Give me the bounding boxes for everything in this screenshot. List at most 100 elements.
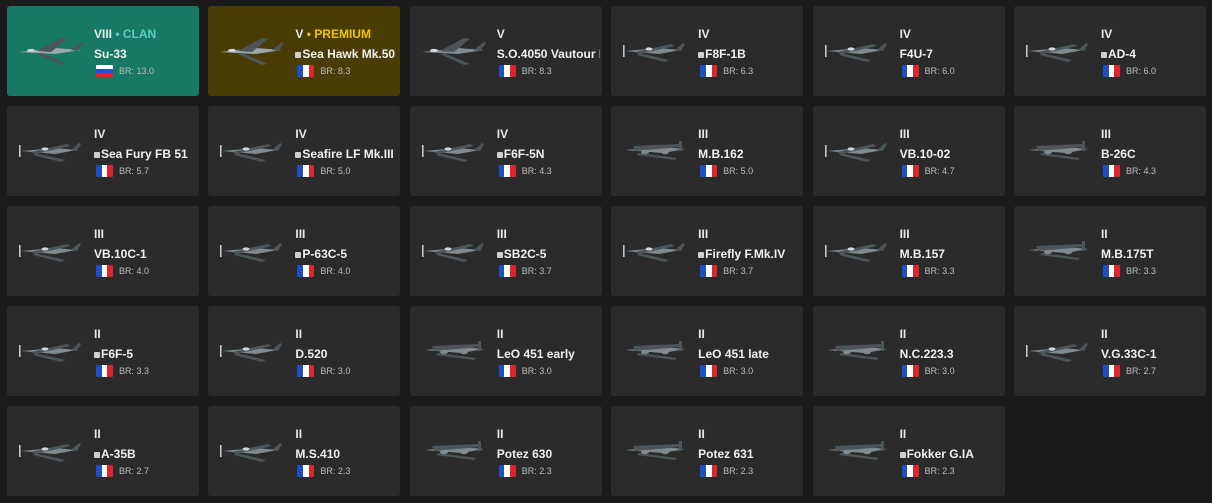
tier-numeral: II (295, 327, 303, 341)
p63-fighter-icon (216, 230, 288, 270)
premium-prefix-icon (94, 152, 100, 158)
vehicle-card[interactable]: VIII • CLAN Su-33 BR: 13.0 (7, 6, 199, 96)
france-flag-icon (297, 165, 315, 177)
su-33-jet-icon (15, 30, 87, 70)
vehicle-meta: BR: 4.3 (498, 165, 552, 177)
vehicle-card[interactable]: III M.B.157 BR: 3.3 (812, 206, 1005, 296)
f4u-fighter-icon (821, 30, 893, 70)
vehicle-card[interactable]: II F6F-5 BR: 3.3 (7, 306, 199, 396)
vehicle-name-text: D.520 (295, 347, 328, 361)
sea-fury-fighter-icon (15, 130, 87, 170)
f6f-5n-fighter-icon (418, 130, 490, 170)
vehicle-card[interactable]: II Potez 630 BR: 2.3 (409, 406, 602, 496)
vehicle-meta: BR: 2.3 (700, 465, 753, 477)
vehicle-card[interactable]: II A-35B BR: 2.7 (7, 406, 199, 496)
vehicle-name: M.S.410 (295, 447, 398, 461)
vehicle-card[interactable]: III VB.10C-1 BR: 4.0 (7, 206, 199, 296)
battle-rating: BR: 6.0 (1125, 66, 1156, 76)
vehicle-card[interactable]: V S.O.4050 Vautour I BR: 8.3 (409, 6, 602, 96)
vehicle-card[interactable]: II M.S.410 BR: 2.3 (208, 406, 401, 496)
vehicle-card[interactable]: II Fokker G.IA BR: 2.3 (812, 406, 1005, 496)
battle-rating: BR: 5.0 (723, 166, 754, 176)
vehicle-card[interactable]: IV Sea Fury FB 51 BR: 5.7 (7, 106, 199, 196)
vehicle-card[interactable]: II D.520 BR: 3.0 (208, 306, 401, 396)
premium-prefix-icon (94, 352, 100, 358)
battle-rating: BR: 2.7 (119, 466, 150, 476)
vehicle-name-text: Potez 630 (496, 447, 553, 461)
france-flag-icon (700, 265, 718, 277)
premium-prefix-icon (94, 452, 100, 458)
tier-numeral: II (698, 427, 705, 441)
vehicle-meta: BR: 3.0 (901, 365, 955, 377)
tier-numeral: II (899, 427, 907, 441)
vehicle-card[interactable]: III VB.10-02 BR: 4.7 (812, 106, 1005, 196)
france-flag-icon (901, 365, 919, 377)
vehicle-name: SB2C-5 (496, 247, 600, 261)
vehicle-card[interactable]: II N.C.223.3 BR: 3.0 (812, 306, 1005, 396)
tier-numeral: IV (295, 127, 307, 141)
tier-numeral: II (698, 327, 705, 341)
f6f-5-fighter-icon (15, 330, 87, 370)
vehicle-card[interactable]: V • PREMIUM Sea Hawk Mk.50 BR: 8.3 (208, 6, 401, 96)
vehicle-name-text: SB2C-5 (503, 247, 547, 261)
vehicle-name: B-26C (1101, 147, 1204, 161)
vehicle-tier: II (1101, 227, 1108, 241)
vehicle-name: VB.10C-1 (94, 247, 197, 261)
vehicle-card[interactable]: IV Seafire LF Mk.III BR: 5.0 (208, 106, 401, 196)
vb10-02-fighter-icon (821, 130, 893, 170)
vehicle-card[interactable]: IV AD-4 BR: 6.0 (1013, 6, 1206, 96)
france-flag-icon (297, 265, 315, 277)
vehicle-name-text: Sea Hawk Mk.50 (302, 47, 396, 61)
france-flag-icon (1102, 265, 1120, 277)
vehicle-meta: BR: 4.7 (901, 165, 955, 177)
vehicle-card[interactable]: III P-63C-5 BR: 4.0 (208, 206, 401, 296)
vehicle-meta: BR: 3.0 (297, 365, 350, 377)
tier-numeral: III (295, 227, 306, 241)
vehicle-card[interactable]: II LeO 451 early BR: 3.0 (409, 306, 602, 396)
vehicle-name: F6F-5N (496, 147, 600, 161)
vehicle-meta: BR: 3.3 (1102, 265, 1156, 277)
vehicle-tier: III (295, 227, 305, 241)
vehicle-card[interactable]: III M.B.162 BR: 5.0 (611, 106, 804, 196)
vehicle-card[interactable]: II LeO 451 late BR: 3.0 (611, 306, 804, 396)
vehicle-name-text: F6F-5N (503, 147, 545, 161)
premium-prefix-icon (698, 52, 705, 58)
france-flag-icon (700, 165, 718, 177)
france-flag-icon (1102, 65, 1120, 77)
vehicle-card[interactable]: III Firefly F.Mk.IV BR: 3.7 (611, 206, 804, 296)
vehicle-tier: V • PREMIUM (295, 27, 371, 41)
vehicle-name-text: P-63C-5 (302, 247, 348, 261)
vehicle-card[interactable]: II Potez 631 BR: 2.3 (611, 406, 804, 496)
vehicle-tier: III (497, 227, 507, 241)
france-flag-icon (498, 65, 516, 77)
vehicle-name-text: V.G.33C-1 (1100, 347, 1157, 361)
battle-rating: BR: 2.3 (521, 466, 552, 476)
vehicle-card[interactable]: IV F8F-1B BR: 6.3 (611, 6, 804, 96)
vehicle-meta: BR: 6.3 (700, 65, 753, 77)
vehicle-card[interactable]: II V.G.33C-1 BR: 2.7 (1013, 306, 1206, 396)
france-flag-icon (498, 265, 516, 277)
france-flag-icon (700, 465, 718, 477)
vehicle-name-text: F6F-5 (101, 347, 134, 361)
vehicle-meta: BR: 6.0 (1102, 65, 1156, 77)
vehicle-tier: IV (698, 27, 709, 41)
vehicle-name: F8F-1B (698, 47, 801, 61)
vehicle-name-text: Potez 631 (698, 447, 754, 461)
vehicle-card[interactable]: III B-26C BR: 4.3 (1013, 106, 1206, 196)
firefly-fighter-icon (619, 230, 691, 270)
battle-rating: BR: 2.3 (924, 466, 955, 476)
vehicle-card[interactable]: IV F4U-7 BR: 6.0 (812, 6, 1005, 96)
vehicle-card[interactable]: II M.B.175T BR: 3.3 (1013, 206, 1206, 296)
battle-rating: BR: 4.0 (119, 266, 150, 276)
vehicle-name: VB.10-02 (900, 147, 1003, 161)
vehicle-card[interactable]: IV F6F-5N BR: 4.3 (409, 106, 602, 196)
vehicle-card[interactable]: III SB2C-5 BR: 3.7 (409, 206, 602, 296)
vehicle-tier: II (497, 327, 504, 341)
vehicle-tier: III (94, 227, 104, 241)
vehicle-tier: II (1101, 327, 1108, 341)
vehicle-meta: BR: 2.7 (96, 465, 149, 477)
nc223-bomber-icon (821, 330, 893, 370)
france-flag-icon (901, 465, 919, 477)
vehicle-name-text: S.O.4050 Vautour I (496, 47, 600, 61)
battle-rating: BR: 3.0 (924, 366, 955, 376)
